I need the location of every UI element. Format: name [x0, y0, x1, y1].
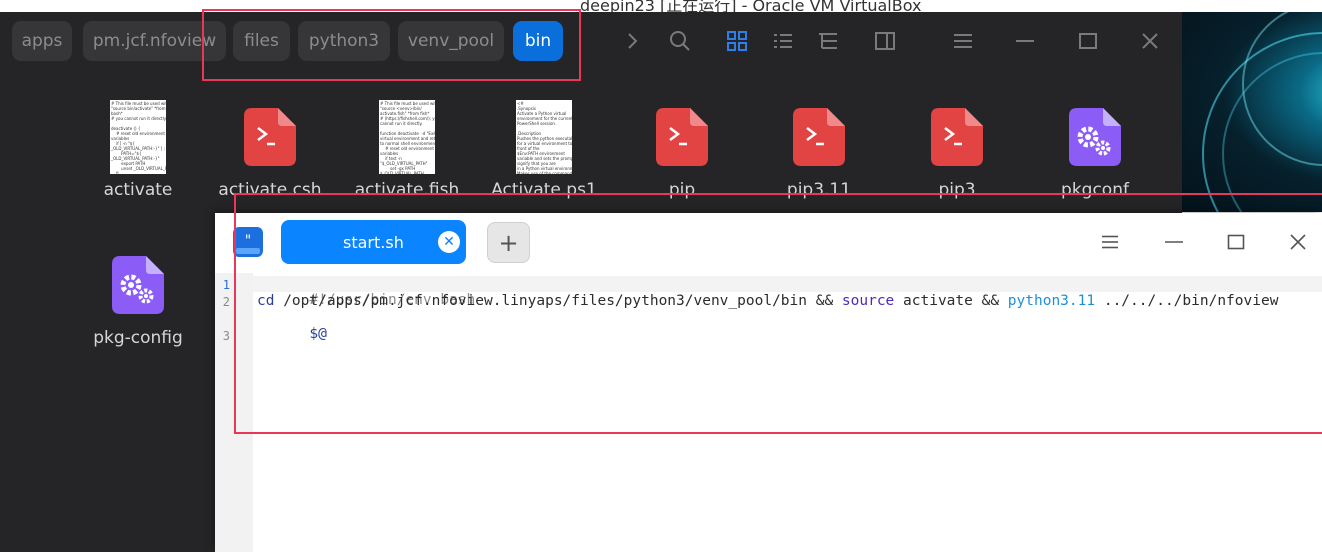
file-activate-csh[interactable]: activate.csh	[205, 100, 335, 200]
search-icon[interactable]	[665, 26, 695, 56]
minimize-icon[interactable]	[1010, 26, 1040, 56]
breadcrumb-venv-pool[interactable]: venv_pool	[398, 21, 504, 61]
terminal-script-icon	[240, 100, 300, 174]
add-tab-button[interactable]: +	[487, 222, 530, 263]
text-editor-window: " start.sh ✕ + 1 2 3 #!/usr/bin/env bash…	[215, 213, 1322, 552]
breadcrumb-apps[interactable]: apps	[12, 21, 72, 61]
svg-text:": "	[245, 233, 251, 249]
file-activate-ps1[interactable]: <# .Synopsis Activate a Python virtual e…	[479, 100, 609, 200]
maximize-icon[interactable]	[1224, 230, 1248, 254]
editor-app-icon: "	[232, 226, 264, 258]
file-label: pip3.11	[786, 180, 852, 200]
file-label: pip	[668, 180, 696, 200]
sidebar-toggle-icon[interactable]	[870, 26, 900, 56]
text-thumbnail: # This file must be used with "source bi…	[110, 100, 166, 174]
file-pip[interactable]: pip	[617, 100, 747, 200]
tab-label: start.sh	[343, 233, 404, 252]
file-pkgconf[interactable]: pkgconf	[1030, 100, 1160, 200]
text-thumbnail: <# .Synopsis Activate a Python virtual e…	[516, 100, 572, 174]
file-label: Activate.ps1	[491, 180, 597, 200]
breadcrumb-files[interactable]: files	[233, 21, 290, 61]
terminal-script-icon	[789, 100, 849, 174]
file-activate-fish[interactable]: # This file must be used with "source <v…	[342, 100, 472, 200]
breadcrumb-bin[interactable]: bin	[513, 21, 563, 61]
tab-close-icon[interactable]: ✕	[438, 231, 460, 253]
icon-view-icon[interactable]	[722, 26, 752, 56]
file-pkg-config[interactable]: pkg-config	[73, 248, 203, 348]
terminal-script-icon	[652, 100, 712, 174]
chevron-right-icon[interactable]	[617, 26, 647, 56]
file-label: pip3	[938, 180, 976, 200]
breadcrumb-python3[interactable]: python3	[298, 21, 390, 61]
gear-icon	[1065, 100, 1125, 174]
file-manager-toolbar: apps pm.jcf.nfoview files python3 venv_p…	[0, 12, 1182, 72]
code-line-2-wrap[interactable]: $@	[257, 310, 326, 358]
line-number: 1	[222, 278, 230, 292]
virtualbox-title-strip: deepin23 [正在运行] - Oracle VM VirtualBox	[0, 0, 1322, 12]
file-label: activate	[103, 180, 173, 200]
file-label: activate.csh	[218, 180, 322, 200]
editor-titlebar: " start.sh ✕ +	[215, 213, 1322, 273]
file-pip3-11[interactable]: pip3.11	[754, 100, 884, 200]
text-thumbnail: # This file must be used with "source <v…	[379, 100, 435, 174]
code-line-2[interactable]: cd /opt/apps/pm.jcf.nfoview.linyaps/file…	[257, 293, 1278, 309]
tab-start-sh[interactable]: start.sh ✕	[281, 220, 466, 264]
virtualbox-title: deepin23 [正在运行] - Oracle VM VirtualBox	[580, 0, 922, 12]
file-label: activate.fish	[354, 180, 460, 200]
close-icon[interactable]	[1286, 230, 1310, 254]
menu-icon[interactable]	[1098, 230, 1122, 254]
file-activate[interactable]: # This file must be used with "source bi…	[73, 100, 203, 200]
file-label: pkgconf	[1061, 180, 1129, 200]
breadcrumb-pm-jcf-nfoview[interactable]: pm.jcf.nfoview	[83, 21, 226, 61]
minimize-icon[interactable]	[1162, 230, 1186, 254]
close-icon[interactable]	[1135, 26, 1165, 56]
menu-icon[interactable]	[948, 26, 978, 56]
line-number: 2	[222, 295, 230, 309]
line-number: 3	[222, 329, 230, 343]
desktop-wallpaper	[1182, 12, 1322, 212]
terminal-script-icon	[927, 100, 987, 174]
list-view-icon[interactable]	[768, 26, 798, 56]
line-number-gutter: 1 2 3	[215, 273, 253, 552]
file-label: pkg-config	[93, 328, 183, 348]
file-pip3[interactable]: pip3	[892, 100, 1022, 200]
tree-view-icon[interactable]	[813, 26, 843, 56]
gear-icon	[108, 248, 168, 322]
maximize-icon[interactable]	[1073, 26, 1103, 56]
